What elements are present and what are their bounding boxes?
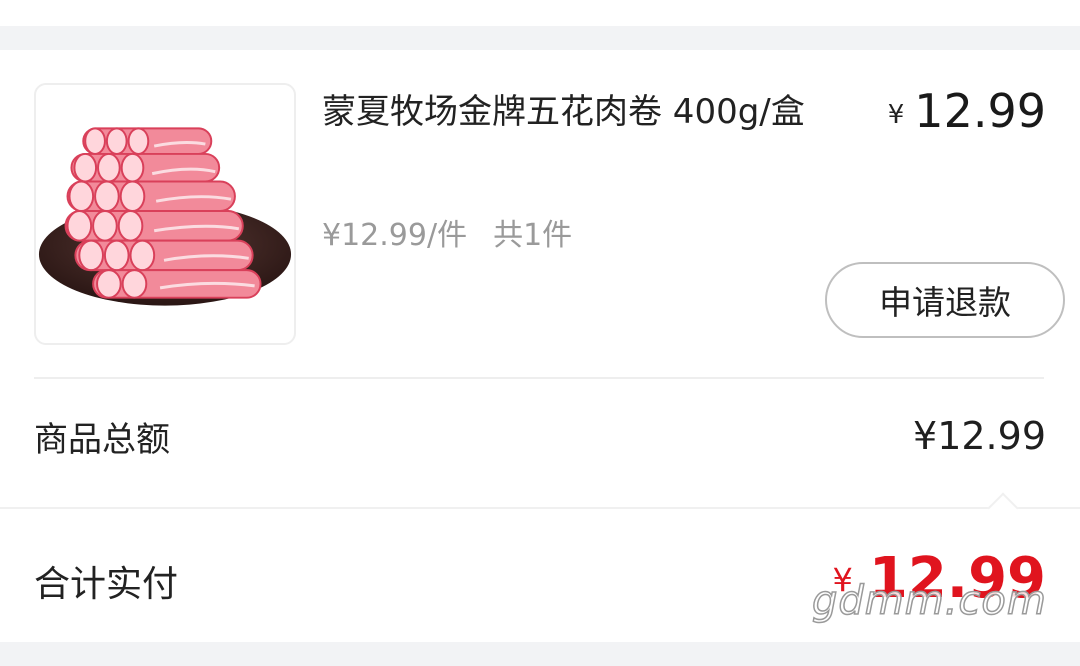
section-divider [0,507,1080,509]
product-price-currency: ¥ [887,100,905,130]
unit-price-line: ¥12.99/件 共1件 [322,210,572,254]
watermark: gdmm.com [811,577,1047,625]
section-notch [987,492,1019,524]
divider [34,377,1044,379]
product-price-amount: 12.99 [914,84,1046,138]
product-title[interactable]: 蒙夏牧场金牌五花肉卷 400g/盒 [322,84,842,140]
item-quantity: 共1件 [493,218,573,253]
meat-rolls-photo-icon [38,127,292,306]
total-paid-label: 合计实付 [34,564,179,605]
top-strip [0,0,1080,26]
product-image[interactable] [34,83,296,345]
refund-button[interactable]: 申请退款 [825,262,1065,338]
product-price: ¥12.99 [888,84,1046,138]
subtotal-value: ¥12.99 [913,414,1046,458]
bottom-strip [0,642,1080,666]
unit-price: ¥12.99/件 [322,218,468,253]
subtotal-label: 商品总额 [34,420,170,460]
order-item-card: 蒙夏牧场金牌五花肉卷 400g/盒 ¥12.99 ¥12.99/件 共1件 申请退… [0,50,1080,642]
